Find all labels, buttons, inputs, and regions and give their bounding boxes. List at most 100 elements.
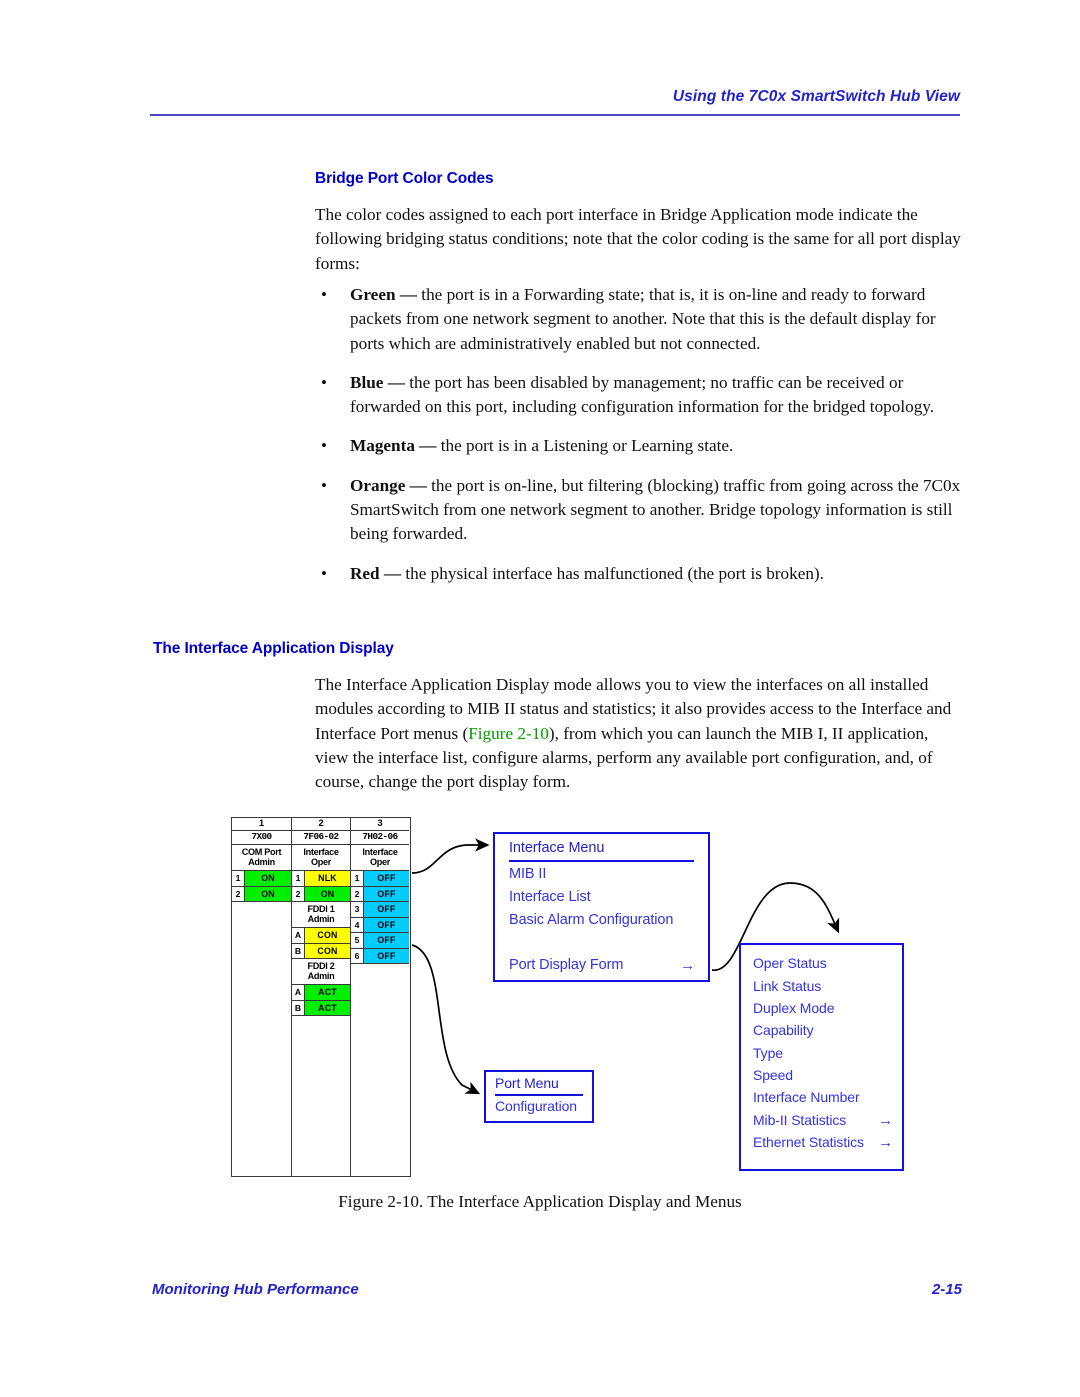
slot-number: 2 [292, 818, 350, 831]
menu-item-label: Mib-II Statistics [753, 1111, 847, 1128]
port-status-value: OFF [364, 917, 409, 932]
menu-item-mib-ii-statistics[interactable]: Mib-II Statistics → [741, 1109, 902, 1131]
list-item: • Magenta — the port is in a Listening o… [315, 434, 963, 458]
menu-item-type[interactable]: Type [741, 1042, 902, 1064]
port-status-value: OFF [364, 902, 409, 917]
port-number: 1 [292, 871, 305, 886]
port-status-value: ACT [305, 985, 350, 1000]
submenu-arrow-icon: → [878, 1111, 893, 1129]
port-number: 1 [351, 871, 364, 886]
column-empty-space [292, 1016, 350, 1176]
group-header-line2: Admin [307, 970, 335, 981]
group-header: Interface Oper [351, 845, 409, 871]
bullet-term: Magenta [350, 436, 415, 456]
port-number: 3 [351, 902, 364, 917]
interface-menu-popup[interactable]: Interface Menu MIB II Interface List Bas… [493, 832, 710, 982]
port-row[interactable]: B ACT [292, 1000, 350, 1016]
bullet-dash: — [383, 372, 410, 392]
bullet-dash: — [395, 285, 422, 304]
port-menu-title: Port Menu [495, 1072, 583, 1096]
port-number: 2 [232, 886, 245, 901]
list-item: • Red — the physical interface has malfu… [315, 562, 963, 586]
port-row[interactable]: 1 OFF [351, 871, 409, 887]
column-empty-space [232, 902, 291, 1176]
port-row[interactable]: 4 OFF [351, 917, 409, 933]
menu-item-interface-list[interactable]: Interface List [495, 885, 708, 908]
port-number: 2 [292, 886, 305, 901]
bullet-term: Green [350, 285, 396, 304]
port-status-value: OFF [364, 933, 409, 948]
port-row[interactable]: 2 ON [292, 886, 350, 902]
bullet-dot-icon: • [321, 372, 327, 392]
bullet-dot-icon: • [321, 285, 327, 304]
footer-chapter-label: Monitoring Hub Performance [152, 1281, 359, 1298]
port-status-value: ACT [305, 1000, 350, 1015]
bullet-term: Red [350, 563, 380, 583]
bullet-text: the port is on-line, but filtering (bloc… [350, 475, 961, 544]
port-status-value: CON [305, 928, 350, 943]
port-status-value: OFF [364, 871, 409, 886]
port-row[interactable]: A ACT [292, 985, 350, 1001]
port-row[interactable]: B CON [292, 943, 350, 959]
port-menu-popup[interactable]: Port Menu Configuration [484, 1070, 594, 1123]
menu-item-basic-alarm-configuration[interactable]: Basic Alarm Configuration [495, 908, 708, 931]
paragraph-color-codes-intro: The color codes assigned to each port in… [315, 205, 961, 273]
device-panel-column-slot-1: 1 7X00 COM Port Admin 1 ON 2 ON [232, 818, 292, 1176]
header-divider-rule [150, 114, 960, 116]
menu-item-oper-status[interactable]: Oper Status [741, 952, 902, 974]
group-header-line2: Oper [369, 856, 391, 867]
bullet-text: the port has been disabled by management… [350, 372, 935, 417]
footer-page-number: 2-15 [931, 1281, 962, 1298]
bullet-text: the port is in a Listening or Learning s… [440, 436, 734, 456]
port-status-value: ON [305, 886, 350, 901]
port-row[interactable]: 2 OFF [351, 886, 409, 902]
port-row[interactable]: 5 OFF [351, 933, 409, 949]
slot-number: 1 [232, 818, 291, 831]
submenu-arrow-icon: → [878, 1134, 893, 1152]
device-panel-column-slot-3: 3 7H02-06 Interface Oper 1 OFF 2 OFF 3 O… [351, 818, 409, 1176]
port-row[interactable]: 1 ON [232, 871, 291, 887]
interface-menu-title: Interface Menu [509, 834, 694, 862]
running-header-title: Using the 7C0x SmartSwitch Hub View [672, 88, 960, 105]
group-header: Interface Oper [292, 845, 350, 871]
port-row[interactable]: 1 NLK [292, 871, 350, 887]
menu-item-ethernet-statistics[interactable]: Ethernet Statistics → [741, 1131, 902, 1153]
port-status-value: OFF [364, 948, 409, 963]
port-status-value: CON [305, 943, 350, 958]
figure-cross-reference-link[interactable]: Figure 2-10 [468, 724, 549, 743]
heading-bridge-port-color-codes: Bridge Port Color Codes [315, 170, 494, 187]
port-status-value: OFF [364, 886, 409, 901]
menu-item-configuration[interactable]: Configuration [486, 1096, 592, 1116]
slot-number: 3 [351, 818, 409, 831]
menu-item-mib-ii[interactable]: MIB II [495, 862, 708, 885]
list-item: • Orange — the port is on-line, but filt… [315, 474, 963, 547]
port-status-value: NLK [305, 871, 350, 886]
bullet-dash: — [405, 475, 432, 495]
port-display-form-submenu-popup[interactable]: Oper Status Link Status Duplex Mode Capa… [739, 943, 904, 1171]
bullet-list-color-codes: • Green — the port is in a Forwarding st… [315, 283, 963, 601]
port-number: 5 [351, 933, 364, 948]
port-row[interactable]: 2 ON [232, 886, 291, 902]
menu-item-label: Port Display Form [509, 956, 624, 973]
list-item: • Green — the port is in a Forwarding st… [315, 283, 963, 356]
port-row[interactable]: 3 OFF [351, 902, 409, 918]
port-number: 6 [351, 948, 364, 963]
figure-caption: Figure 2-10. The Interface Application D… [338, 1192, 742, 1211]
menu-item-link-status[interactable]: Link Status [741, 974, 902, 996]
arrow-panel-to-interface-menu [411, 838, 490, 874]
port-status-value: ON [245, 871, 291, 886]
device-panel-display[interactable]: 1 7X00 COM Port Admin 1 ON 2 ON 2 7F06-0… [231, 817, 411, 1177]
port-row[interactable]: A CON [292, 928, 350, 944]
menu-item-capability[interactable]: Capability [741, 1019, 902, 1041]
menu-item-speed[interactable]: Speed [741, 1064, 902, 1086]
menu-item-port-display-form[interactable]: Port Display Form → [495, 953, 708, 976]
port-number: A [292, 985, 305, 1000]
bullet-text: the port is in a Forwarding state; that … [350, 285, 936, 353]
port-row[interactable]: 6 OFF [351, 948, 409, 964]
menu-item-duplex-mode[interactable]: Duplex Mode [741, 997, 902, 1019]
menu-item-interface-number[interactable]: Interface Number [741, 1086, 902, 1108]
bullet-dot-icon: • [321, 563, 327, 583]
port-number: 2 [351, 886, 364, 901]
port-number: B [292, 1000, 305, 1015]
bullet-term: Blue [350, 372, 384, 392]
